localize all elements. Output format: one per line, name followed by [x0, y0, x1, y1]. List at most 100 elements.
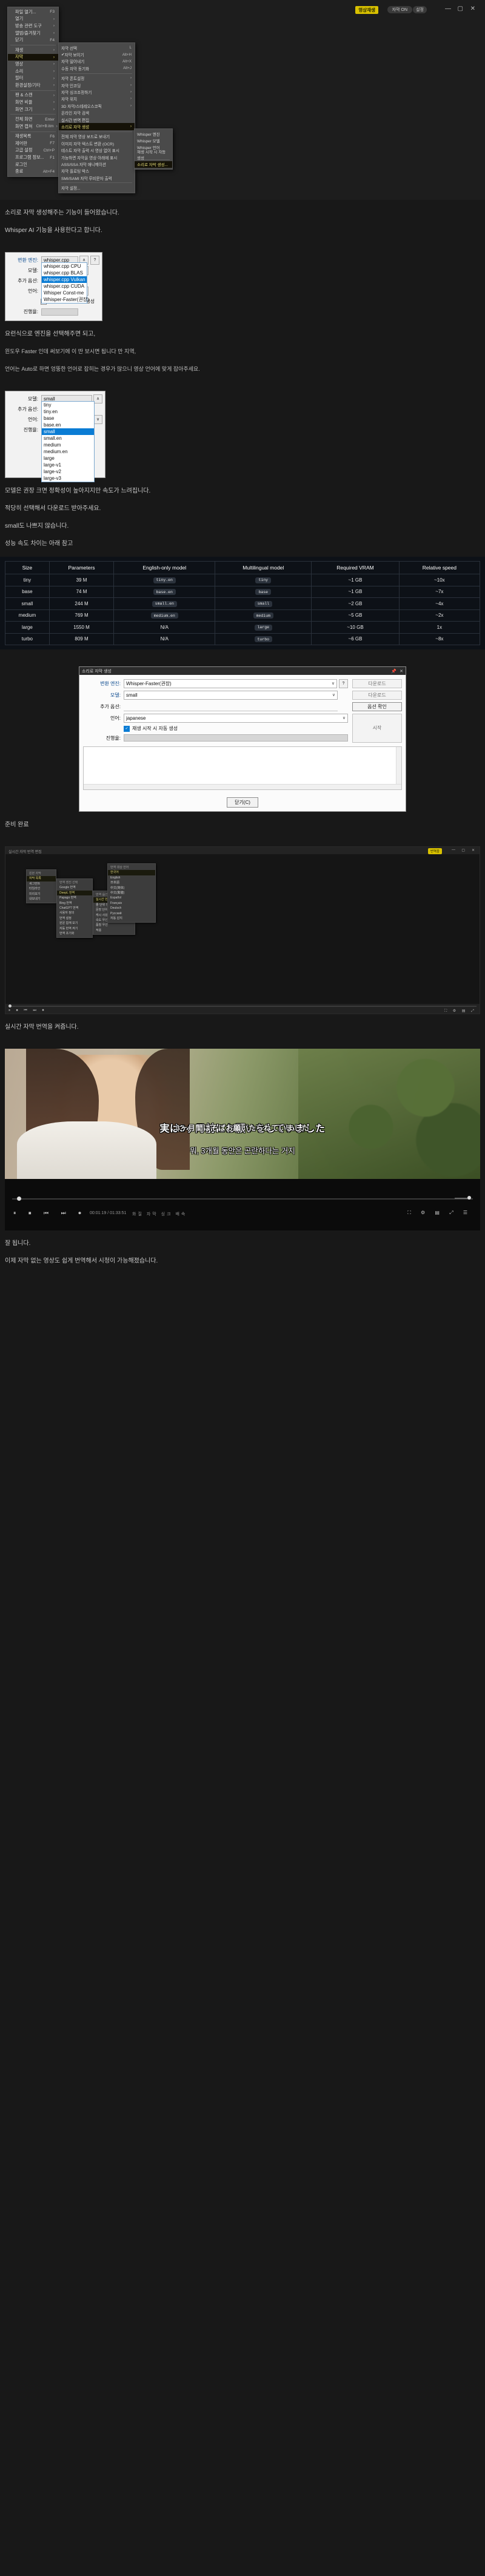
editor-transport-controls[interactable]: ⏸ ⏹ ⏮ ⏭ ⏺: [8, 1009, 46, 1013]
subtitle-menu-item-14[interactable]: 전체 자막 영상 보드로 보내기: [59, 133, 135, 140]
model-option-8[interactable]: large: [42, 455, 94, 462]
main-menu-item-4[interactable]: 닫기 F4: [8, 36, 58, 44]
dialog-model-download-button[interactable]: 다운로드: [352, 691, 402, 700]
editor-menu-b[interactable]: 번역 대상 언어 한국어 English 日本語 中文(简体) 中文(繁體) Español…: [107, 863, 156, 923]
subtitle-menu-item-11[interactable]: 실시간 번역 편집: [59, 116, 135, 123]
model-option-3[interactable]: base.en: [42, 422, 94, 428]
subtitle-menu-item-10[interactable]: 온라인 자막 검색: [59, 110, 135, 116]
close-button[interactable]: ✕: [470, 5, 475, 12]
editor-close-button[interactable]: ✕: [472, 848, 475, 852]
subtitle-submenu[interactable]: 자막 선택 L ✔ 자막 보이기 Alt+H 자막 밀어내기 Alt+X 수동 자막 동기화 A…: [58, 42, 135, 193]
editor-menu-c-item-7[interactable]: 적용: [93, 928, 135, 933]
dialog-options-input[interactable]: [124, 703, 338, 711]
dialog-close-button[interactable]: 닫기(C): [227, 797, 258, 808]
main-menu-item-15[interactable]: 화면 크기 ›: [8, 106, 58, 113]
generate-menu-item-3[interactable]: 재생 시작 시 자동 생성: [135, 150, 172, 161]
main-menu-item-20[interactable]: 재생목록 F6: [8, 133, 58, 141]
seek-handle[interactable]: [17, 1197, 21, 1201]
subtitle-menu-item-8[interactable]: 자막 위치 ›: [59, 96, 135, 102]
subtitle-menu-item-1[interactable]: ✔ 자막 보이기 Alt+H: [59, 51, 135, 58]
volume-handle[interactable]: [467, 1196, 471, 1200]
video-transport-controls[interactable]: ⏸ ⏹ ⏮ ⏭ ⏺: [13, 1210, 87, 1217]
log-vertical-scrollbar[interactable]: [396, 747, 401, 789]
main-menu-item-3[interactable]: 앨범/즐겨찾기 ›: [8, 30, 58, 37]
engine-option-3[interactable]: whisper.cpp CUDA: [42, 283, 87, 290]
main-menu-item-10[interactable]: 필터 ›: [8, 75, 58, 82]
model-option-10[interactable]: large-v2: [42, 468, 94, 475]
model-option-6[interactable]: medium: [42, 442, 94, 448]
minimize-button[interactable]: —: [445, 5, 451, 12]
main-menu-item-6[interactable]: 재생 ›: [8, 47, 58, 54]
dialog-engine-download-button[interactable]: 다운로드: [352, 679, 402, 688]
model-option-2[interactable]: base: [42, 415, 94, 422]
main-menu-item-24[interactable]: 로그인: [8, 161, 58, 168]
dialog-start-button[interactable]: 시작: [352, 714, 402, 743]
language-caret-down-icon[interactable]: ∨: [93, 415, 102, 424]
model-option-0[interactable]: tiny: [42, 402, 94, 408]
editor-menu-b-item-6[interactable]: Español: [108, 895, 155, 900]
main-menu-item-11[interactable]: 환경설정/기타 ›: [8, 82, 58, 89]
main-menu-item-17[interactable]: 전체 화면 Enter: [8, 116, 58, 123]
model-option-4[interactable]: small: [42, 428, 94, 435]
editor-menu-b-item-1[interactable]: 한국어: [108, 870, 155, 875]
main-menu-item-18[interactable]: 화면 캡쳐 Ctrl+B:itm ›: [8, 123, 58, 130]
subtitle-menu-item-16[interactable]: 테스트 자막 출력 시 영상 없이 표시: [59, 147, 135, 153]
checkbox-check-icon[interactable]: ✓: [124, 725, 130, 732]
subtitle-menu-item-7[interactable]: 자막 싱크조정하기 ›: [59, 88, 135, 95]
editor-menu-b-item-10[interactable]: 자동 감지: [108, 916, 155, 921]
subtitle-menu-item-15[interactable]: 이미지 자막 텍스트 변환 (OCR): [59, 140, 135, 147]
editor-menu-a-item-0[interactable]: 번역 엔진 선택: [57, 880, 92, 885]
main-menu-item-13[interactable]: 팬 & 스캔 ›: [8, 92, 58, 99]
subtitle-menu-item-2[interactable]: 자막 밀어내기 Alt+X: [59, 58, 135, 65]
pin-icon[interactable]: 📌: [388, 669, 396, 674]
editor-menu-a-item-6[interactable]: 사용자 정의: [57, 911, 92, 915]
subtitle-menu-item-22[interactable]: 자막 설정...: [59, 184, 135, 191]
seek-handle[interactable]: [8, 1004, 12, 1007]
dialog-engine-input[interactable]: Whisper-Faster(권장) ∨: [124, 679, 337, 688]
editor-menu-c-item-6[interactable]: 품질 우선: [93, 923, 135, 928]
main-menu-item-2[interactable]: 방송 관련 도구 ›: [8, 22, 58, 30]
video-seek-bar[interactable]: [12, 1196, 473, 1201]
main-menu-item-1[interactable]: 열기 ›: [8, 16, 58, 23]
model-option-1[interactable]: tiny.en: [42, 408, 94, 415]
engine-help-button[interactable]: ?: [90, 256, 99, 265]
subtitle-menu-item-20[interactable]: SMI/SAMI 자막 루비문자 출력: [59, 174, 135, 181]
editor-left-panel[interactable]: 원본 자막 자막 목록 세그먼트 타임라인 미리보기 내보내기: [26, 869, 56, 904]
subtitle-menu-item-5[interactable]: 자막 폰트설정 ›: [59, 75, 135, 82]
model-option-7[interactable]: medium.en: [42, 448, 94, 455]
editor-menu-b-item-9[interactable]: Русский: [108, 911, 155, 916]
editor-right-controls[interactable]: ⛶ ⚙ ▤ ⤢: [444, 1009, 477, 1014]
settings-pill[interactable]: 설정: [413, 6, 427, 13]
dialog-engine-help-button[interactable]: ?: [339, 679, 348, 688]
log-horizontal-scrollbar[interactable]: [84, 784, 401, 789]
editor-menu-b-item-2[interactable]: English: [108, 875, 155, 880]
editor-menu-b-item-4[interactable]: 中文(简体): [108, 886, 155, 891]
subtitle-menu-item-3[interactable]: 수동 자막 동기화 Alt+J: [59, 65, 135, 71]
editor-minimize-button[interactable]: —: [452, 848, 455, 852]
chevron-down-icon[interactable]: ∨: [332, 691, 335, 699]
generate-menu-item-5[interactable]: 소리로 자막 생성...: [135, 161, 172, 168]
editor-left-item-3[interactable]: 타임라인: [27, 886, 56, 891]
dialog-autogen-checkbox[interactable]: ✓ 재생 시작 시 자동 생성: [124, 725, 178, 732]
subtitle-menu-item-9[interactable]: 3D 자막/스테레오스코픽 ›: [59, 102, 135, 109]
maximize-button[interactable]: ▢: [458, 5, 463, 12]
chevron-down-icon[interactable]: ∨: [332, 680, 335, 688]
dialog-model-input[interactable]: small ∨: [124, 691, 338, 700]
editor-menu-a-item-8[interactable]: 원문 함께 보기: [57, 921, 92, 926]
editor-left-item-4[interactable]: 미리보기: [27, 892, 56, 897]
generate-menu-item-0[interactable]: Whisper 엔진: [135, 130, 172, 137]
subtitle-menu-item-6[interactable]: 자막 인코딩 ›: [59, 82, 135, 88]
main-menu-item-0[interactable]: 파일 열기... F3: [8, 8, 58, 16]
editor-menu-a-item-1[interactable]: Google 번역: [57, 885, 92, 890]
main-menu-item-14[interactable]: 화면 비율 ›: [8, 99, 58, 106]
main-menu-item-8[interactable]: 영상 ›: [8, 61, 58, 68]
subtitle-menu-item-19[interactable]: 자막 플로팅 박스: [59, 168, 135, 174]
model-caret-up-icon[interactable]: ∧: [93, 394, 102, 403]
main-menu-item-21[interactable]: 제어판 F7: [8, 140, 58, 147]
editor-menu-a-item-4[interactable]: Bing 번역: [57, 901, 92, 906]
close-icon[interactable]: ✕: [396, 669, 403, 674]
engine-option-4[interactable]: Whisper Const-me: [42, 290, 87, 296]
engine-option-5[interactable]: Whisper-Faster(권장): [42, 296, 89, 303]
engine-dropdown-list[interactable]: whisper.cpp CPU whisper.cpp BLAS whisper.c…: [41, 262, 89, 304]
main-menu-item-22[interactable]: 고급 설정 Ctrl+P: [8, 147, 58, 154]
